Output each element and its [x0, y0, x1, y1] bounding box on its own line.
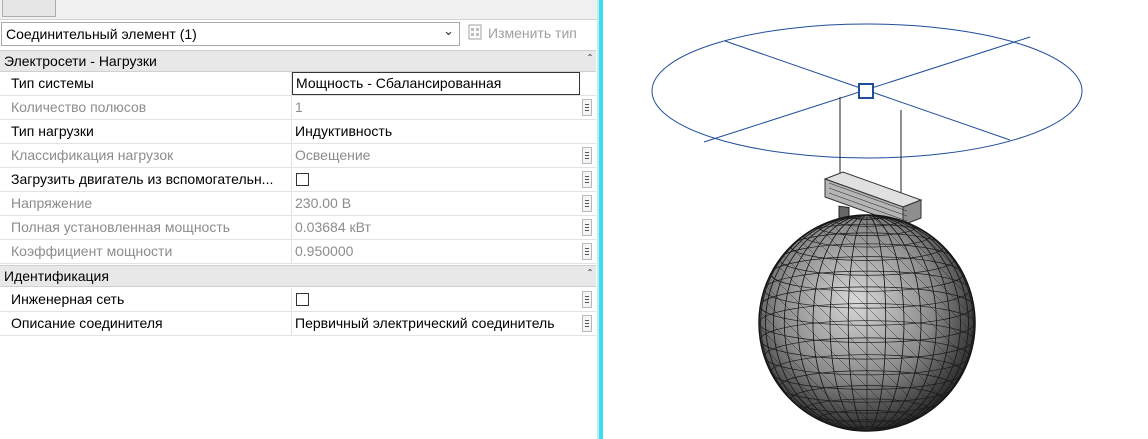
property-value: 1 — [295, 99, 303, 115]
column-divider — [291, 144, 292, 167]
section-identity[interactable]: Идентификация ˆ — [0, 265, 596, 287]
type-selector-value: Соединительный элемент (1) — [6, 26, 197, 42]
properties-palette: Соединительный элемент (1) ⌄ Изменить ти… — [0, 0, 597, 439]
property-name: Описание соединителя — [11, 315, 163, 331]
property-name: Классификация нагрузок — [11, 147, 174, 163]
type-selector-row: Соединительный элемент (1) ⌄ Изменить ти… — [0, 21, 597, 49]
associate-parameter-button[interactable] — [582, 243, 592, 260]
property-name: Тип системы — [11, 75, 94, 91]
property-row-power-factor: Коэффициент мощности 0.950000 — [0, 240, 596, 264]
edit-type-button[interactable]: Изменить тип — [466, 23, 594, 45]
associate-parameter-button[interactable] — [582, 171, 592, 188]
property-row-poles: Количество полюсов 1 — [0, 96, 596, 120]
system-type-field[interactable]: Мощность - Сбалансированная — [292, 72, 580, 95]
luminaire-model — [651, 23, 1083, 432]
property-name: Полная установленная мощность — [11, 219, 231, 235]
column-divider — [291, 240, 292, 263]
property-row-motor-load[interactable]: Загрузить двигатель из вспомогательн... — [0, 168, 596, 192]
property-value: 0.03684 кВт — [295, 219, 371, 235]
property-name: Коэффициент мощности — [11, 243, 173, 259]
column-divider — [291, 96, 292, 119]
utility-checkbox[interactable] — [296, 293, 309, 306]
property-row-utility[interactable]: Инженерная сеть — [0, 288, 596, 312]
column-divider — [291, 168, 292, 191]
property-value: 0.950000 — [295, 243, 354, 259]
property-name: Загрузить двигатель из вспомогательн... — [11, 171, 274, 187]
column-divider — [291, 192, 292, 215]
edit-type-label: Изменить тип — [488, 25, 577, 41]
property-value: 230.00 В — [295, 195, 352, 211]
associate-parameter-button[interactable] — [582, 147, 592, 164]
column-divider — [291, 216, 292, 239]
chevron-down-icon[interactable]: ⌄ — [443, 23, 454, 39]
associate-parameter-button[interactable] — [582, 99, 592, 116]
palette-top-strip — [0, 0, 597, 20]
property-name: Тип нагрузки — [11, 123, 94, 139]
electrical-connector-icon[interactable] — [858, 83, 874, 99]
palette-top-button[interactable] — [2, 0, 56, 17]
section-title: Электросети - Нагрузки — [4, 53, 157, 69]
property-value[interactable]: Первичный электрический соединитель — [295, 315, 579, 331]
collapse-icon[interactable]: ˆ — [588, 267, 592, 281]
column-divider — [291, 288, 292, 311]
associate-parameter-button[interactable] — [582, 291, 592, 308]
section-title: Идентификация — [4, 268, 109, 284]
property-name: Напряжение — [11, 195, 93, 211]
property-name: Количество полюсов — [11, 99, 147, 115]
associate-parameter-button[interactable] — [582, 219, 592, 236]
property-value: Освещение — [295, 147, 371, 163]
property-value[interactable]: Индуктивность — [295, 123, 579, 139]
associate-parameter-button[interactable] — [582, 315, 592, 332]
property-row-voltage: Напряжение 230.00 В — [0, 192, 596, 216]
associate-parameter-button[interactable] — [582, 195, 592, 212]
edit-type-icon — [468, 24, 482, 40]
collapse-icon[interactable]: ˆ — [588, 52, 592, 66]
property-row-apparent-load: Полная установленная мощность 0.03684 кВ… — [0, 216, 596, 240]
property-name: Инженерная сеть — [11, 291, 125, 307]
3d-viewport[interactable] — [603, 0, 1148, 439]
property-row-load-type[interactable]: Тип нагрузки Индуктивность — [0, 120, 596, 144]
property-row-system-type[interactable]: Тип системы Мощность - Сбалансированная — [0, 72, 596, 96]
type-selector-dropdown[interactable]: Соединительный элемент (1) ⌄ — [1, 22, 460, 46]
column-divider — [291, 312, 292, 335]
luminaire-sphere — [758, 214, 976, 432]
property-row-connector-description[interactable]: Описание соединителя Первичный электриче… — [0, 312, 596, 336]
motor-load-checkbox[interactable] — [296, 173, 309, 186]
section-electrical-loads[interactable]: Электросети - Нагрузки ˆ — [0, 50, 596, 72]
column-divider — [291, 120, 292, 143]
property-row-load-classification: Классификация нагрузок Освещение — [0, 144, 596, 168]
